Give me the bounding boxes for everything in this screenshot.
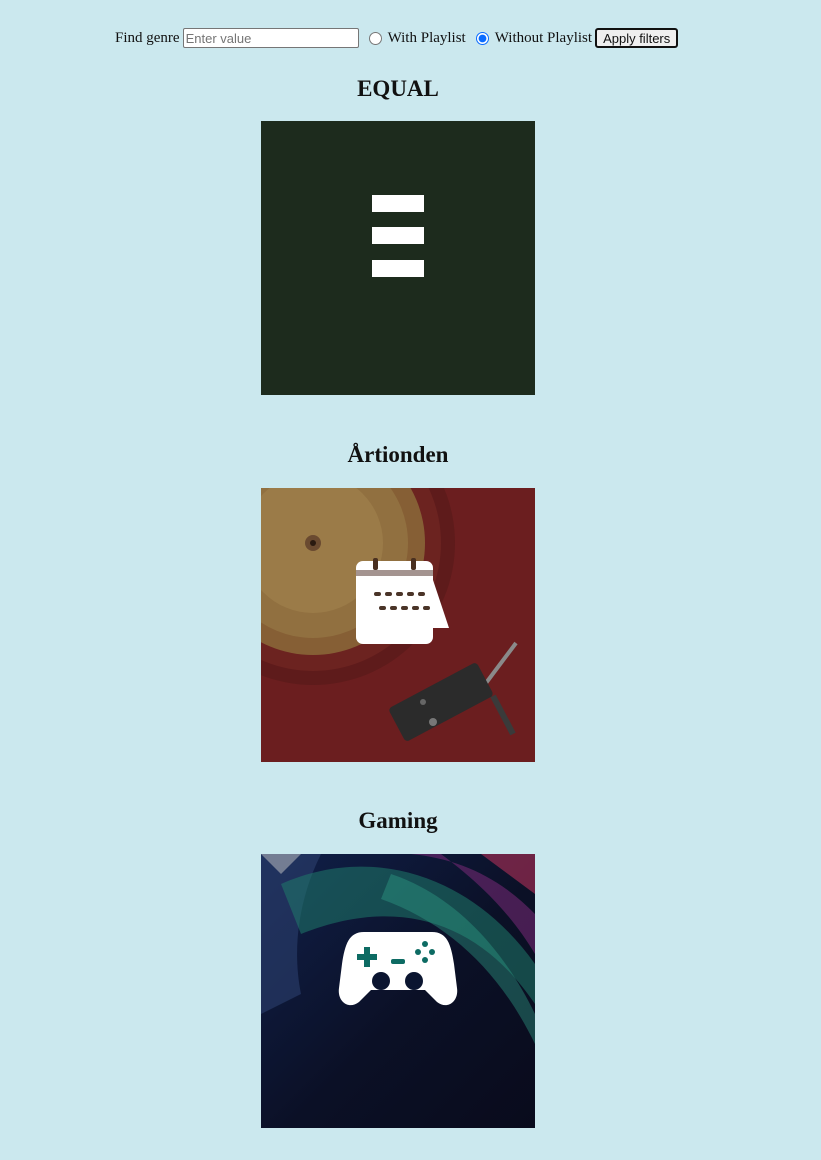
genre-title-artionden: Årtionden xyxy=(347,442,449,467)
without-playlist-radio[interactable] xyxy=(475,31,489,45)
genre-title-equal: EQUAL xyxy=(357,76,439,101)
genre-title-gaming: Gaming xyxy=(358,808,438,833)
with-playlist-label[interactable]: With Playlist xyxy=(388,30,466,47)
apply-filters-button[interactable]: Apply filters xyxy=(595,28,679,48)
without-playlist-label[interactable]: Without Playlist xyxy=(495,30,592,47)
filter-bar: Find genre With Playlist Without Playlis… xyxy=(115,27,679,49)
genre-tile-equal[interactable] xyxy=(261,121,535,395)
with-playlist-radio[interactable] xyxy=(368,31,382,45)
genre-tile-artionden[interactable] xyxy=(261,488,535,762)
genre-tile-gaming[interactable] xyxy=(261,854,535,1128)
find-genre-label: Find genre xyxy=(115,29,180,46)
equal-icon xyxy=(372,195,424,277)
genre-search-input[interactable] xyxy=(182,28,359,48)
